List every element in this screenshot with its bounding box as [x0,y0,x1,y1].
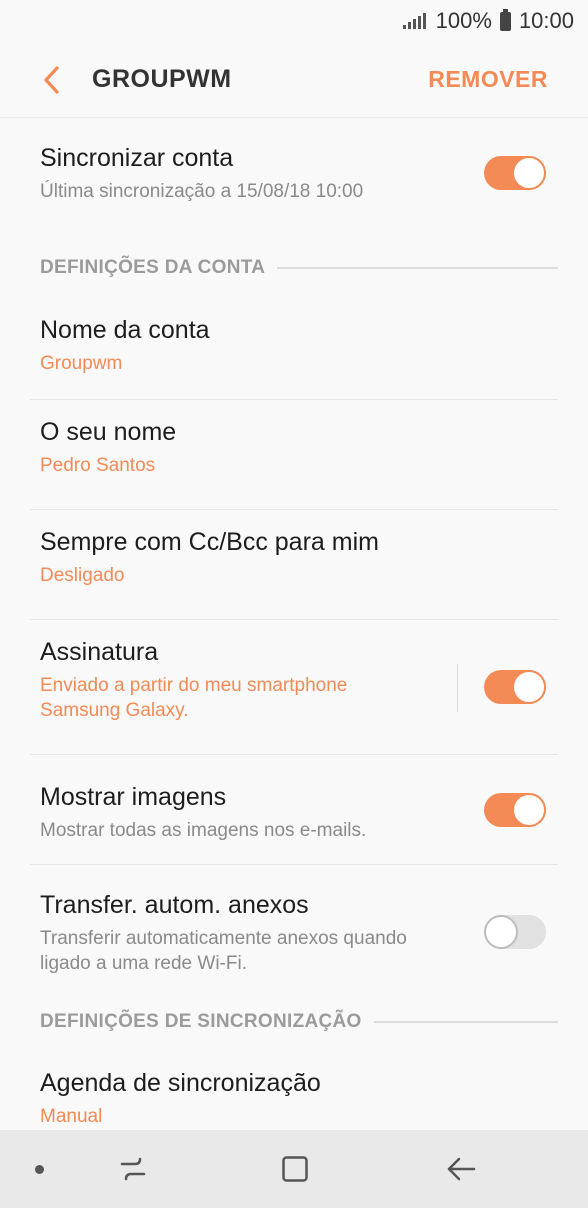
back-button[interactable] [22,50,82,110]
cc-bcc-value: Desligado [40,565,125,586]
section-divider [373,1021,558,1023]
toggle-knob [484,915,518,949]
signature-value: Enviado a partir do meu smartphone Samsu… [40,673,548,723]
remove-button[interactable]: REMOVER [428,66,548,93]
section-divider [277,267,558,269]
signature-value-line1: Enviado a partir do meu smartphone [40,675,348,696]
account-name-value: Groupwm [40,353,123,374]
toggle-knob [512,793,546,827]
battery-icon [499,8,511,31]
signature-toggle[interactable] [484,670,546,704]
account-name-row[interactable]: Nome da conta Groupwm [30,298,558,400]
your-name-value: Pedro Santos [40,455,156,476]
your-name-title: O seu nome [40,418,177,446]
section-header-account-label: DEFINIÇÕES DA CONTA [40,257,266,278]
toggle-knob [512,670,546,704]
toggle-knob [512,156,546,190]
sync-schedule-title: Agenda de sincronização [40,1069,321,1097]
show-images-toggle[interactable] [484,793,546,827]
cc-bcc-title: Sempre com Cc/Bcc para mim [40,528,379,556]
toggle-divider [457,664,458,712]
page-title: GROUPWM [92,65,232,93]
section-header-account: DEFINIÇÕES DA CONTA [0,238,588,298]
sync-schedule-row[interactable]: Agenda de sincronização Manual [30,1047,558,1130]
auto-download-subtitle-line2: ligado a uma rede Wi-Fi. [40,953,247,974]
sync-account-toggle[interactable] [484,156,546,190]
section-header-sync: DEFINIÇÕES DE SINCRONIZAÇÃO [0,997,588,1047]
sync-account-title: Sincronizar conta [40,144,234,172]
auto-download-toggle[interactable] [484,915,546,949]
show-images-subtitle: Mostrar todas as imagens nos e-mails. [40,820,367,841]
signature-value-line2: Samsung Galaxy. [40,700,189,721]
cc-bcc-row[interactable]: Sempre com Cc/Bcc para mim Desligado [30,510,558,620]
home-icon[interactable] [272,1146,318,1192]
signature-row[interactable]: Assinatura Enviado a partir do meu smart… [30,620,558,755]
clock: 10:00 [518,8,574,33]
app-bar: GROUPWM REMOVER [0,42,588,118]
sync-account-row[interactable]: Sincronizar conta Última sincronização a… [30,118,558,238]
last-sync-text: Última sincronização a 15/08/18 10:00 [40,181,364,202]
status-bar: 100% 10:00 [0,0,588,42]
dot-icon[interactable] [28,1158,50,1180]
auto-download-title: Transfer. autom. anexos [40,891,309,919]
chevron-left-icon [44,65,59,94]
show-images-title: Mostrar imagens [40,783,227,811]
signal-icon [402,13,426,29]
signature-title: Assinatura [40,638,159,666]
section-header-sync-label: DEFINIÇÕES DE SINCRONIZAÇÃO [40,1011,362,1032]
sync-schedule-value: Manual [40,1106,103,1127]
auto-download-subtitle: Transferir automaticamente anexos quando… [40,926,548,976]
show-images-row[interactable]: Mostrar imagens Mostrar todas as imagens… [30,755,558,865]
back-arrow-icon[interactable] [438,1146,484,1192]
auto-download-subtitle-line1: Transferir automaticamente anexos quando [40,928,407,949]
recents-icon[interactable] [110,1146,156,1192]
navigation-bar [0,1130,588,1208]
battery-percent: 100% [435,8,492,33]
account-name-title: Nome da conta [40,316,210,344]
your-name-row[interactable]: O seu nome Pedro Santos [30,400,558,510]
settings-list[interactable]: Sincronizar conta Última sincronização a… [0,118,588,1130]
auto-download-row[interactable]: Transfer. autom. anexos Transferir autom… [30,865,558,997]
